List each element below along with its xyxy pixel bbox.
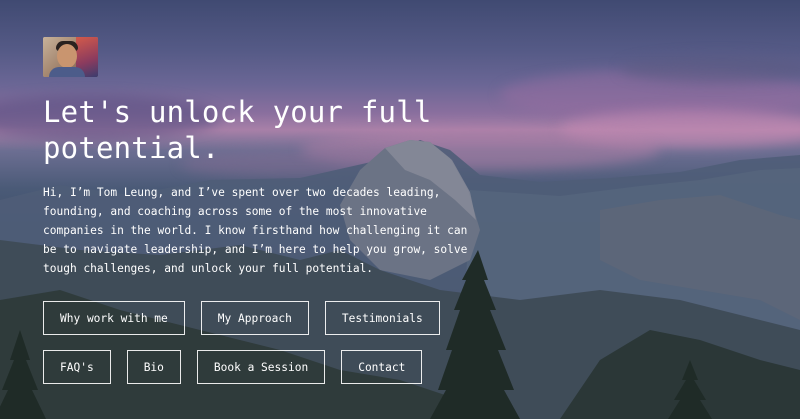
testimonials-button[interactable]: Testimonials bbox=[324, 301, 440, 335]
page-title: Let's unlock your full potential. bbox=[43, 95, 432, 165]
my-approach-button[interactable]: My Approach bbox=[200, 301, 309, 335]
avatar-shirt bbox=[49, 67, 85, 77]
nav-row-1: Why work with me My Approach Testimonial… bbox=[43, 301, 503, 335]
hero-content: Let's unlock your full potential. Hi, I’… bbox=[43, 37, 503, 384]
avatar-face bbox=[57, 44, 77, 68]
why-work-with-me-button[interactable]: Why work with me bbox=[43, 301, 185, 335]
avatar bbox=[43, 37, 98, 77]
nav-row-2: FAQ's Bio Book a Session Contact bbox=[43, 350, 503, 384]
contact-button[interactable]: Contact bbox=[341, 350, 423, 384]
hero-section: Let's unlock your full potential. Hi, I’… bbox=[0, 0, 800, 419]
faqs-button[interactable]: FAQ's bbox=[43, 350, 111, 384]
bio-button[interactable]: Bio bbox=[126, 350, 181, 384]
intro-paragraph: Hi, I’m Tom Leung, and I’ve spent over t… bbox=[43, 186, 468, 275]
book-a-session-button[interactable]: Book a Session bbox=[196, 350, 326, 384]
